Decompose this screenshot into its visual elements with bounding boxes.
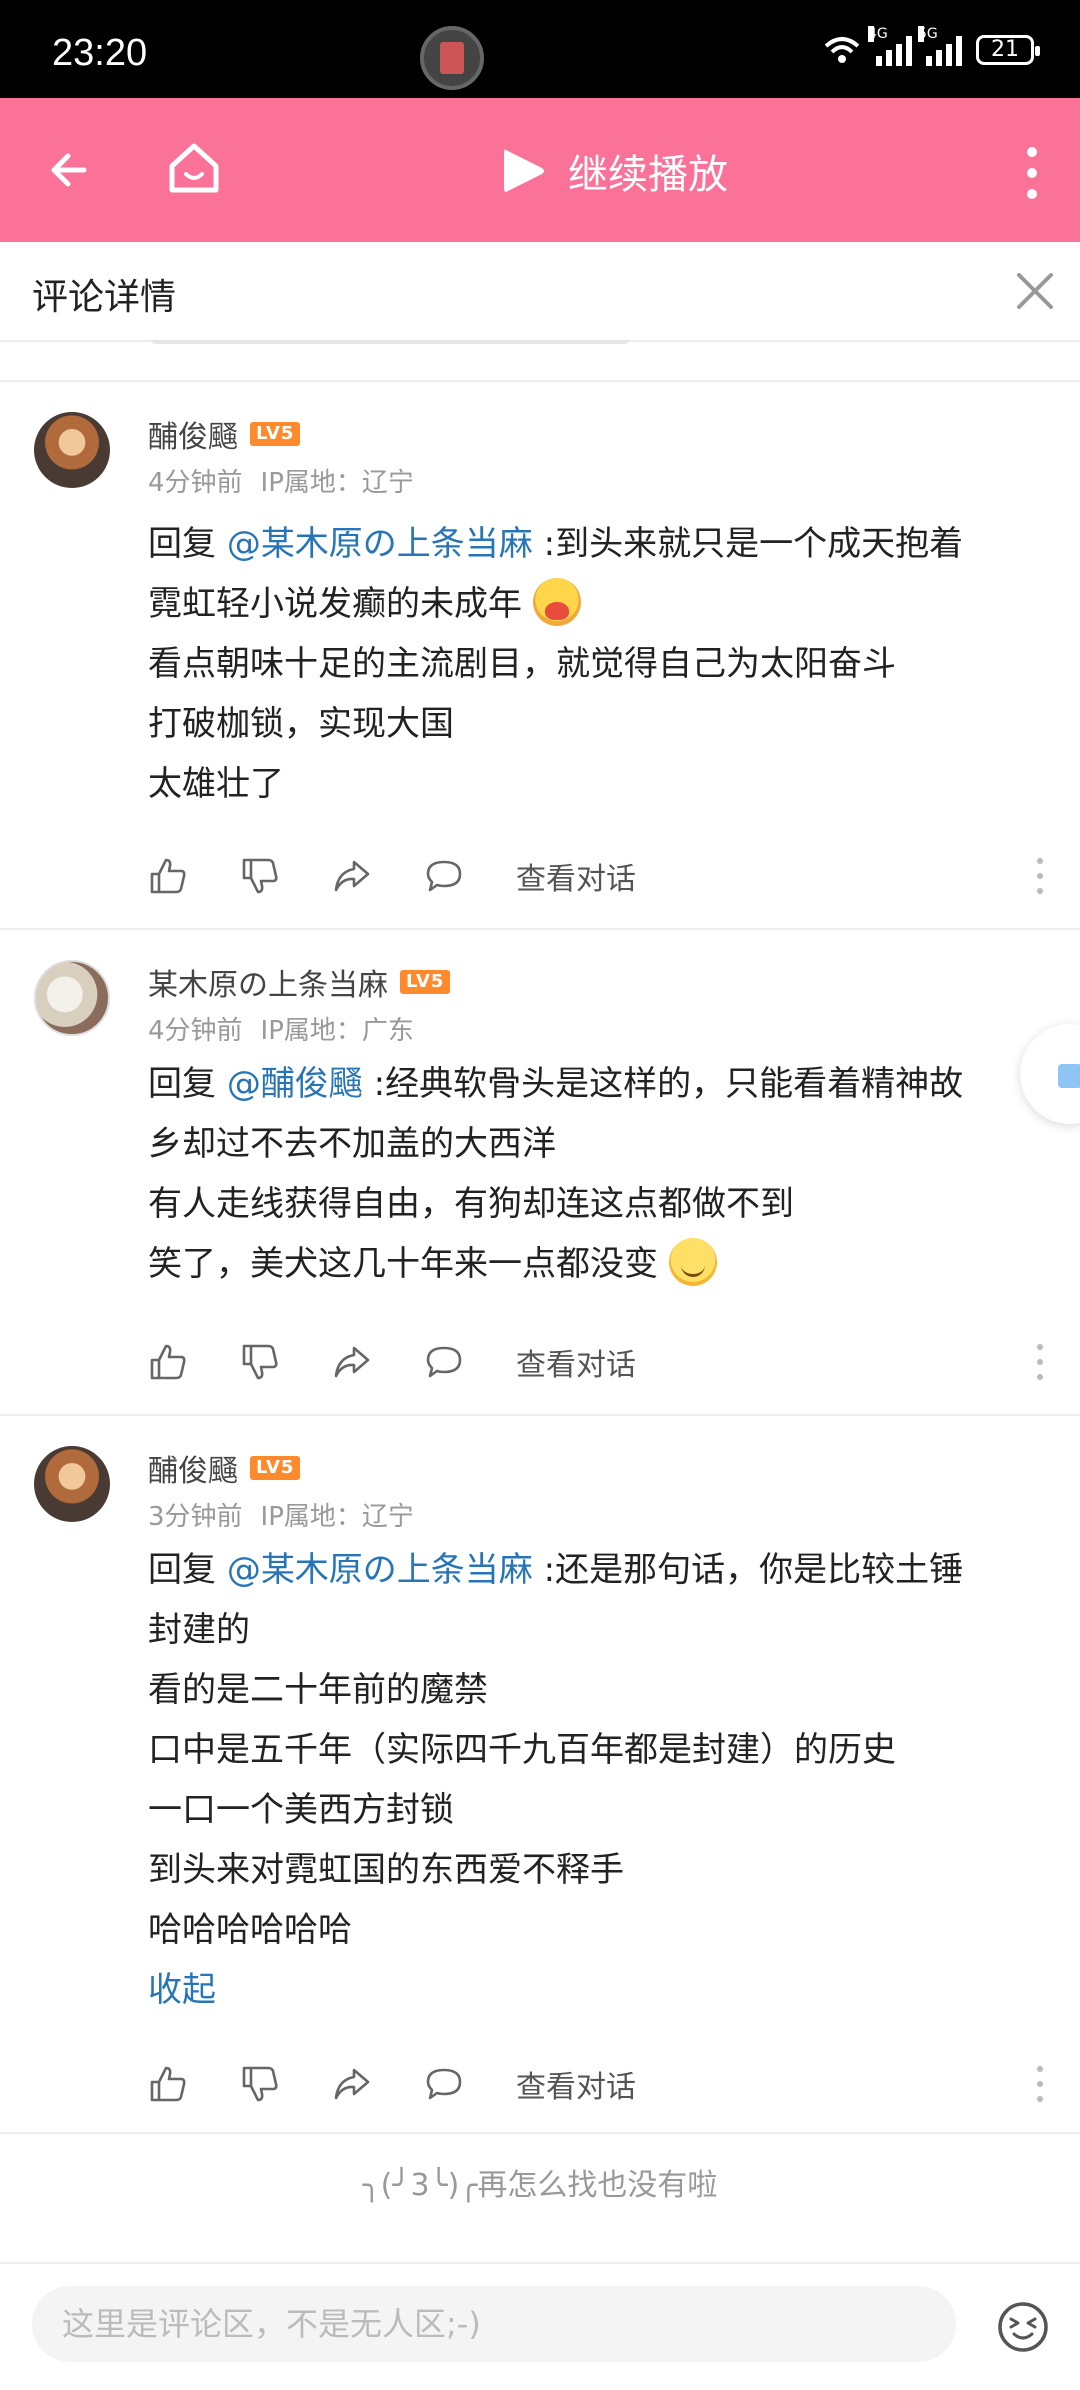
view-conversation-link[interactable]: 查看对话	[516, 1340, 636, 1384]
thumbs-up-icon	[150, 1344, 186, 1380]
thumbs-down-icon	[242, 1344, 278, 1380]
username[interactable]: 某木原の上条当麻	[148, 960, 388, 1004]
comment-item: 酺俊颾 LV5 4分钟前 IP属地：辽宁 回复 @某木原の上条当麻 :到头来就只是…	[0, 382, 1080, 930]
level-badge: LV5	[250, 1456, 301, 1480]
comment-bubble-icon	[426, 1346, 462, 1378]
comment-meta: 3分钟前 IP属地：辽宁	[148, 1496, 414, 1533]
dislike-button[interactable]	[240, 856, 280, 896]
share-icon	[334, 1346, 370, 1378]
scrolled-comment-actions	[0, 340, 1080, 382]
comment-input[interactable]: 这里是评论区，不是无人区;-)	[32, 2286, 956, 2362]
level-badge: LV5	[400, 970, 451, 994]
comment-user[interactable]: 某木原の上条当麻 LV5	[148, 960, 451, 1004]
dislike-button[interactable]	[240, 1342, 280, 1382]
comment-time: 3分钟前	[148, 1502, 243, 1532]
page-title: 评论详情	[32, 277, 177, 318]
thumbs-down-icon	[242, 2066, 278, 2102]
comment-actions: 查看对话	[148, 852, 636, 900]
comment-actions: 查看对话	[148, 1338, 636, 1386]
thumbs-up-icon	[150, 2066, 186, 2102]
smile-emoji-icon	[668, 1237, 717, 1286]
status-bar: 23:20 4G 5G 21	[0, 0, 1080, 98]
comment-item: 酺俊颾 LV5 3分钟前 IP属地：辽宁 回复 @某木原の上条当麻 :还是那句话，…	[0, 1414, 1080, 2134]
comment-ip: IP属地：广东	[260, 1016, 414, 1046]
comment-actions: 查看对话	[148, 2060, 636, 2108]
hug-emoji-icon	[532, 577, 581, 626]
battery-icon: 21	[976, 35, 1040, 65]
like-button[interactable]	[148, 1342, 188, 1382]
status-time: 23:20	[52, 32, 148, 74]
wifi-icon	[824, 37, 860, 63]
comment-time: 4分钟前	[148, 1016, 243, 1046]
comment-meta: 4分钟前 IP属地：广东	[148, 1010, 414, 1047]
avatar[interactable]	[34, 412, 110, 488]
share-button[interactable]	[332, 856, 372, 896]
comment-ip: IP属地：辽宁	[260, 468, 414, 498]
comment-user[interactable]: 酺俊颾 LV5	[148, 412, 301, 456]
more-vertical-icon[interactable]	[1022, 146, 1042, 200]
floating-app-icon[interactable]	[420, 26, 484, 90]
end-of-list-text: ╮(╯3╰)╭再怎么找也没有啦	[362, 2168, 718, 2203]
comment-bubble-icon	[426, 860, 462, 892]
avatar[interactable]	[34, 960, 110, 1036]
home-icon[interactable]	[164, 138, 224, 198]
reply-button[interactable]	[424, 1342, 464, 1382]
continue-play-button[interactable]: 继续播放	[500, 142, 728, 200]
level-badge: LV5	[250, 422, 301, 446]
comment-body: 回复 @酺俊颾 :经典软骨头是这样的，只能看着精神故 乡却过不去不加盖的大西洋 …	[148, 1064, 964, 1286]
comment-detail-header: 评论详情	[0, 242, 1080, 342]
reply-button[interactable]	[424, 2064, 464, 2104]
share-button[interactable]	[332, 1342, 372, 1382]
signal-5g-icon: 5G	[918, 26, 962, 66]
comment-meta: 4分钟前 IP属地：辽宁	[148, 462, 414, 499]
continue-play-label: 继续播放	[568, 152, 728, 198]
comment-more-icon[interactable]	[1036, 856, 1044, 896]
system-icons: 4G 5G 21	[822, 26, 1040, 66]
avatar[interactable]	[34, 1446, 110, 1522]
top-bar: 继续播放	[0, 98, 1080, 242]
like-button[interactable]	[148, 2064, 188, 2104]
comment-bubble-icon	[426, 2068, 462, 2100]
share-icon	[334, 2068, 370, 2100]
emoji-picker-icon[interactable]	[996, 2300, 1050, 2354]
comment-time: 4分钟前	[148, 468, 243, 498]
thumbs-up-icon	[150, 858, 186, 894]
comment-more-icon[interactable]	[1036, 2064, 1044, 2104]
share-button[interactable]	[332, 2064, 372, 2104]
comment-more-icon[interactable]	[1036, 1342, 1044, 1382]
like-button[interactable]	[148, 856, 188, 896]
dislike-button[interactable]	[240, 2064, 280, 2104]
view-conversation-link[interactable]: 查看对话	[516, 854, 636, 898]
comment-body: 回复 @某木原の上条当麻 :还是那句话，你是比较土锤 封建的 看的是二十年前的魔…	[148, 1540, 1058, 2020]
scrolled-action-row	[150, 340, 630, 344]
mention-link[interactable]: @酺俊颾	[227, 1064, 363, 1104]
collapse-link[interactable]: 收起	[148, 1960, 1058, 2020]
thumbs-down-icon	[242, 858, 278, 894]
username[interactable]: 酺俊颾	[148, 412, 238, 456]
comment-ip: IP属地：辽宁	[260, 1502, 414, 1532]
close-icon[interactable]	[1014, 270, 1056, 312]
share-icon	[334, 860, 370, 892]
mention-link[interactable]: @某木原の上条当麻	[227, 1550, 533, 1590]
comment-body: 回复 @某木原の上条当麻 :到头来就只是一个成天抱着 霓虹轻小说发癫的未成年 看…	[148, 524, 964, 804]
reply-button[interactable]	[424, 856, 464, 896]
username[interactable]: 酺俊颾	[148, 1446, 238, 1490]
view-conversation-link[interactable]: 查看对话	[516, 2062, 636, 2106]
comment-input-bar: 这里是评论区，不是无人区;-)	[0, 2262, 1080, 2390]
comment-user[interactable]: 酺俊颾 LV5	[148, 1446, 301, 1490]
signal-4g-icon: 4G	[868, 26, 912, 66]
mention-link[interactable]: @某木原の上条当麻	[227, 524, 533, 564]
play-icon	[504, 149, 544, 192]
back-arrow-icon[interactable]	[40, 140, 100, 200]
comment-item: 某木原の上条当麻 LV5 4分钟前 IP属地：广东 回复 @酺俊颾 :经典软骨头是…	[0, 928, 1080, 1416]
